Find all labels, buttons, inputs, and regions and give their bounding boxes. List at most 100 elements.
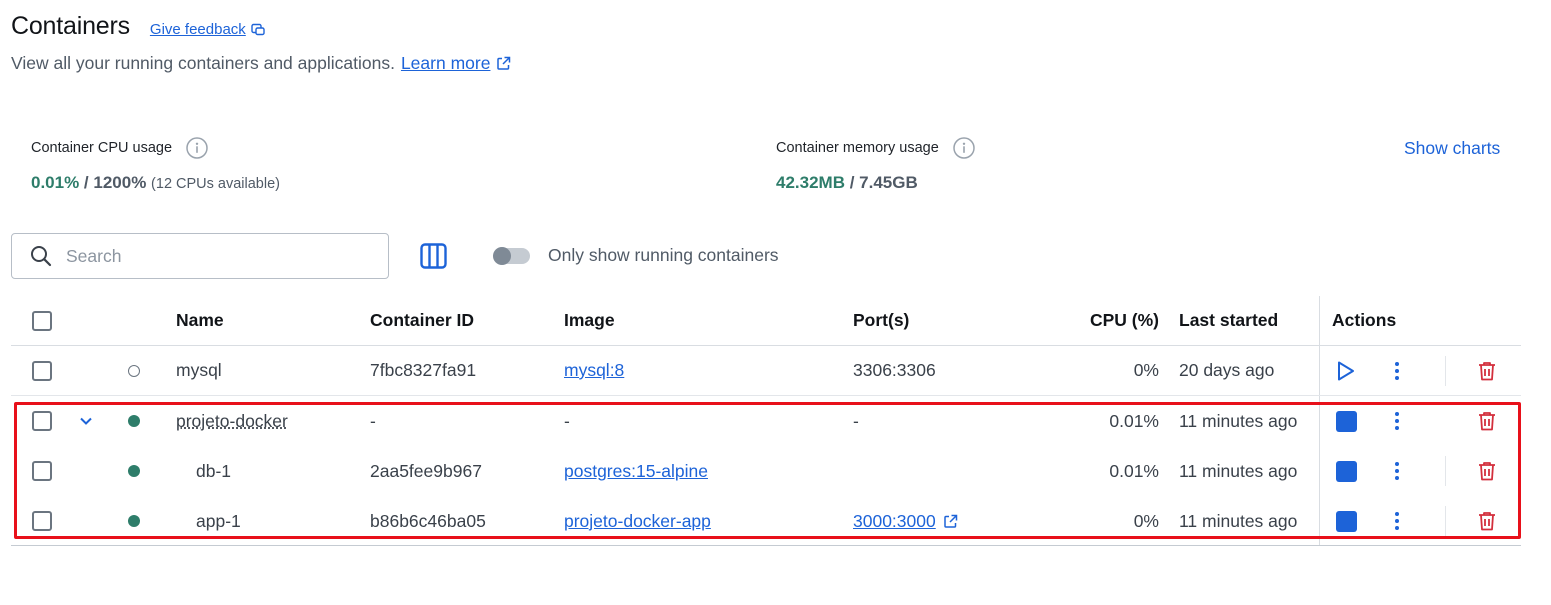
cpu-usage-stat: Container CPU usage 0.01% / 1200% (12 CP… bbox=[31, 137, 280, 193]
running-only-label: Only show running containers bbox=[548, 245, 779, 265]
cpu-available-note: (12 CPUs available) bbox=[151, 176, 280, 192]
stop-button[interactable] bbox=[1336, 396, 1357, 446]
chevron-down-icon bbox=[80, 417, 92, 425]
give-feedback-link[interactable]: Give feedback bbox=[150, 21, 265, 38]
memory-total-value: 7.45GB bbox=[859, 173, 918, 192]
container-last-started: 11 minutes ago bbox=[1179, 460, 1298, 481]
start-button[interactable] bbox=[1336, 346, 1356, 395]
column-header-actions: Actions bbox=[1332, 310, 1397, 330]
table-row[interactable]: projeto-docker - - - 0.01% 11 minutes ag… bbox=[11, 396, 1521, 446]
container-name[interactable]: db-1 bbox=[176, 461, 231, 482]
search-input[interactable] bbox=[66, 245, 346, 267]
expand-group-button[interactable] bbox=[79, 396, 93, 446]
column-header-name[interactable]: Name bbox=[176, 296, 224, 345]
container-ports: - bbox=[853, 410, 859, 431]
play-icon bbox=[1338, 361, 1354, 380]
stop-button[interactable] bbox=[1336, 446, 1357, 496]
external-link-icon[interactable] bbox=[943, 514, 958, 529]
table-header-row: Name Container ID Image Port(s) CPU (%) … bbox=[11, 296, 1521, 346]
column-header-ports[interactable]: Port(s) bbox=[853, 296, 909, 345]
stop-icon bbox=[1336, 410, 1357, 432]
memory-usage-label: Container memory usage bbox=[776, 140, 939, 156]
action-divider bbox=[1445, 356, 1446, 386]
more-actions-button[interactable] bbox=[1394, 496, 1400, 546]
more-vertical-icon bbox=[1395, 512, 1399, 530]
more-vertical-icon bbox=[1395, 412, 1399, 430]
table-bottom-border bbox=[11, 545, 1521, 546]
row-checkbox[interactable] bbox=[32, 511, 52, 531]
action-divider bbox=[1445, 506, 1446, 536]
info-icon[interactable] bbox=[953, 137, 975, 159]
running-only-toggle[interactable] bbox=[493, 247, 530, 265]
subtitle-text: View all your running containers and app… bbox=[11, 53, 395, 73]
container-last-started: 11 minutes ago bbox=[1179, 410, 1298, 431]
select-all-checkbox[interactable] bbox=[32, 310, 52, 331]
cpu-total-value: 1200% bbox=[93, 173, 147, 192]
action-divider bbox=[1445, 456, 1446, 486]
container-id: 2aa5fee9b967 bbox=[370, 460, 482, 481]
container-name[interactable]: app-1 bbox=[176, 511, 241, 532]
container-cpu: 0.01% bbox=[1109, 410, 1159, 431]
column-header-container-id[interactable]: Container ID bbox=[370, 296, 474, 345]
column-header-last-started[interactable]: Last started bbox=[1179, 296, 1278, 345]
row-checkbox[interactable] bbox=[32, 461, 52, 481]
actions-divider bbox=[1319, 396, 1320, 446]
row-checkbox[interactable] bbox=[32, 360, 52, 381]
more-actions-button[interactable] bbox=[1394, 446, 1400, 496]
stop-button[interactable] bbox=[1336, 496, 1357, 546]
page-subtitle: View all your running containers and app… bbox=[11, 53, 511, 74]
container-name[interactable]: projeto-docker bbox=[176, 411, 288, 432]
page-header: Containers Give feedback View all your r… bbox=[11, 12, 511, 74]
show-charts-button[interactable]: Show charts bbox=[1404, 138, 1500, 159]
status-running-icon bbox=[128, 415, 140, 427]
more-actions-button[interactable] bbox=[1394, 346, 1400, 395]
stop-icon bbox=[1336, 510, 1357, 532]
status-running-icon bbox=[128, 515, 140, 527]
image-link[interactable]: postgres:15-alpine bbox=[564, 461, 708, 482]
delete-button[interactable] bbox=[1476, 446, 1498, 496]
search-box[interactable] bbox=[11, 233, 389, 279]
container-ports: 3306:3306 bbox=[853, 360, 936, 380]
give-feedback-label: Give feedback bbox=[149, 21, 246, 38]
container-name[interactable]: mysql bbox=[176, 346, 222, 395]
delete-button[interactable] bbox=[1476, 346, 1498, 395]
memory-separator: / bbox=[844, 173, 860, 192]
port-link[interactable]: 3000:3000 bbox=[853, 511, 936, 532]
actions-divider bbox=[1319, 496, 1320, 546]
info-icon[interactable] bbox=[186, 137, 208, 159]
table-row[interactable]: db-1 2aa5fee9b967 postgres:15-alpine 0.0… bbox=[11, 446, 1521, 496]
container-last-started: 11 minutes ago bbox=[1179, 510, 1298, 531]
container-id: 7fbc8327fa91 bbox=[370, 360, 477, 380]
delete-button[interactable] bbox=[1476, 496, 1498, 546]
stop-icon bbox=[1336, 460, 1357, 482]
columns-button[interactable] bbox=[420, 243, 447, 274]
feedback-icon bbox=[251, 23, 265, 35]
memory-usage-stat: Container memory usage 42.32MB / 7.45GB bbox=[776, 137, 975, 193]
toggle-knob bbox=[493, 247, 511, 265]
column-header-cpu[interactable]: CPU (%) bbox=[1090, 296, 1159, 345]
container-cpu: 0% bbox=[1133, 510, 1159, 531]
container-image: - bbox=[564, 410, 570, 431]
trash-icon bbox=[1479, 361, 1495, 380]
actions-divider bbox=[1319, 296, 1320, 345]
cpu-separator: / bbox=[79, 173, 94, 192]
container-id: b86b6c46ba05 bbox=[370, 510, 486, 531]
learn-more-label: Learn more bbox=[400, 53, 491, 73]
row-checkbox[interactable] bbox=[32, 411, 52, 431]
trash-icon bbox=[1479, 512, 1495, 531]
page-title: Containers bbox=[11, 12, 130, 40]
delete-button[interactable] bbox=[1476, 396, 1498, 446]
image-link[interactable]: mysql:8 bbox=[564, 360, 624, 381]
memory-used-value: 42.32MB bbox=[776, 173, 845, 192]
image-link[interactable]: projeto-docker-app bbox=[564, 511, 711, 532]
columns-icon bbox=[420, 243, 447, 269]
actions-divider bbox=[1319, 446, 1320, 496]
table-row[interactable]: mysql 7fbc8327fa91 mysql:8 3306:3306 0% … bbox=[11, 346, 1521, 396]
learn-more-link[interactable]: Learn more bbox=[401, 53, 512, 74]
status-stopped-icon bbox=[128, 364, 140, 377]
container-cpu: 0.01% bbox=[1109, 460, 1159, 481]
search-icon bbox=[31, 246, 52, 267]
more-actions-button[interactable] bbox=[1394, 396, 1400, 446]
column-header-image[interactable]: Image bbox=[564, 296, 615, 345]
table-row[interactable]: app-1 b86b6c46ba05 projeto-docker-app 30… bbox=[11, 496, 1521, 546]
